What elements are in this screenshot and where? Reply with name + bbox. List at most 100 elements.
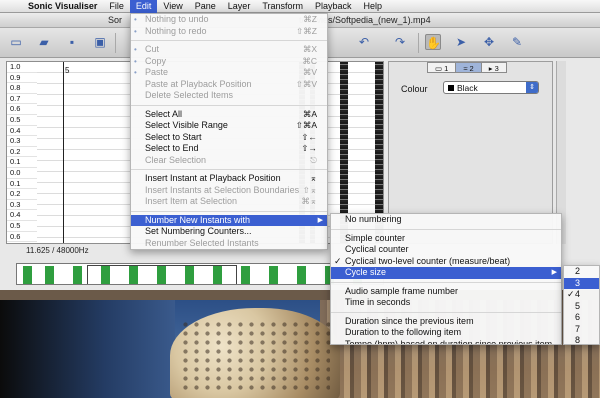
colour-label: Colour (401, 84, 428, 94)
edit-menu-item[interactable]: Clear Selection ⎋ (131, 155, 327, 167)
edit-menu-item-label: Insert Instant at Playback Position (145, 173, 281, 183)
numbering-menu-item[interactable]: No numbering (331, 214, 561, 226)
colour-value: Black (457, 83, 478, 93)
overview-waveform-block (185, 266, 194, 284)
numbering-menu-item[interactable]: ✓ Cyclical two-level counter (measure/bea… (331, 256, 561, 268)
shortcut-label: ⌅ (309, 173, 317, 183)
app-menu[interactable]: Sonic Visualiser (22, 0, 103, 13)
save-icon[interactable]: ▪ (64, 34, 80, 50)
overview-waveform-block (269, 266, 278, 284)
menu-pane[interactable]: Pane (189, 0, 222, 13)
cursor-label: 5 (65, 66, 70, 75)
edit-menu-item[interactable]: Insert Instants at Selection Boundaries ⇧… (131, 185, 327, 197)
scale-tick-label: 0.2 (7, 147, 37, 158)
numbering-menu-item-label: Cycle size (345, 267, 387, 277)
overview-waveform-block (129, 266, 138, 284)
edit-menu-item-label: Select Visible Range (145, 120, 228, 130)
new-document-icon[interactable]: ▭ (8, 34, 24, 50)
edit-menu-item[interactable]: Paste at Playback Position ⇧⌘V (131, 79, 327, 91)
cut-icon: • (134, 45, 137, 54)
numbering-menu-item[interactable]: Time in seconds (331, 297, 561, 309)
overview-strip[interactable] (16, 263, 384, 285)
overview-waveform-block (23, 266, 32, 284)
numbering-menu-item[interactable]: Cycle size ▶ (331, 267, 561, 279)
edit-menu-item-label: Insert Instants at Selection Boundaries (145, 184, 300, 195)
playback-cursor[interactable] (63, 62, 64, 243)
edit-menu-item[interactable]: Select Visible Range ⇧⌘A (131, 120, 327, 132)
numbering-menu-item-label: Time in seconds (345, 297, 411, 307)
edit-menu-item[interactable]: Renumber Selected Instants (131, 238, 327, 250)
edit-menu-item-label: Delete Selected Items (145, 90, 234, 100)
draw-pencil-icon[interactable]: ✎ (509, 34, 525, 50)
property-tabs: ▭ 1 ≈ 2 ▸ 3 (427, 62, 507, 73)
numbering-menu-item[interactable]: Tempo (bpm) based on duration since prev… (331, 338, 561, 345)
numbering-menu-item[interactable]: Duration since the previous item (331, 316, 561, 328)
numbering-menu-item[interactable]: Audio sample frame number (331, 286, 561, 298)
menu-separator (131, 210, 327, 212)
edit-menu-item[interactable]: Set Numbering Counters... (131, 226, 327, 238)
edit-menu-item[interactable]: Select All ⌘A (131, 109, 327, 121)
cycle-size-submenu: 2 3 ✓ 4 5 6 7 8 (563, 265, 600, 345)
edit-menu-item-label: Select All (145, 108, 183, 119)
colour-select[interactable]: Black ⇕ (443, 81, 539, 94)
cycle-size-item[interactable]: 3 (564, 277, 599, 289)
edit-menu-item[interactable]: • Cut ⌘X (131, 44, 327, 56)
menu-view[interactable]: View (157, 0, 188, 13)
zoom-out-icon[interactable]: ↷ (392, 34, 408, 50)
cycle-size-item[interactable]: ✓ 4 (564, 289, 599, 301)
tab-3[interactable]: ▸ 3 (480, 62, 507, 73)
menu-transform[interactable]: Transform (256, 0, 309, 13)
save-as-icon[interactable]: ▣ (92, 34, 108, 50)
edit-menu-item[interactable]: • Copy ⌘C (131, 56, 327, 68)
overview-waveform-block (157, 266, 166, 284)
shortcut-label: ⇧⌘A (295, 120, 317, 130)
menu-separator (331, 281, 561, 283)
scale-tick-label: 1.0 (7, 62, 37, 73)
menu-layer[interactable]: Layer (222, 0, 257, 13)
edit-menu-item-label: Renumber Selected Instants (145, 237, 259, 248)
cycle-size-item[interactable]: 2 (564, 266, 599, 278)
menu-separator (131, 104, 327, 106)
cycle-size-item-label: 3 (575, 277, 581, 288)
numbering-menu-item-label: Audio sample frame number (345, 285, 459, 296)
menu-file[interactable]: File (103, 0, 130, 13)
edit-menu-item[interactable]: Insert Item at Selection ⌘⌅ (131, 196, 327, 208)
edit-menu-item[interactable]: Select to Start ⇧← (131, 132, 327, 144)
menu-edit[interactable]: Edit (129, 0, 158, 13)
edit-menu-item[interactable]: Delete Selected Items (131, 90, 327, 102)
numbering-menu-item[interactable]: Duration to the following item (331, 327, 561, 339)
select-arrow-icon[interactable]: ➤ (453, 34, 469, 50)
edit-menu-item[interactable]: • Nothing to redo ⇧⌘Z (131, 26, 327, 38)
move-icon[interactable]: ✥ (481, 34, 497, 50)
tab-2[interactable]: ≈ 2 (455, 62, 482, 73)
shortcut-label: ⌘V (302, 67, 317, 77)
navigate-hand-icon[interactable]: ✋ (425, 34, 441, 50)
edit-menu-item-label: Number New Instants with (145, 214, 251, 225)
sample-rate-readout: 11.625 / 48000Hz (26, 246, 89, 255)
numbering-submenu: No numbering Simple counter Cyclical count… (330, 213, 562, 345)
menu-playback[interactable]: Playback (309, 0, 358, 13)
cycle-size-item[interactable]: 5 (564, 301, 599, 313)
open-folder-icon[interactable]: ▰ (36, 34, 52, 50)
cycle-size-item[interactable]: 7 (564, 324, 599, 336)
tab-1[interactable]: ▭ 1 (427, 62, 457, 73)
numbering-menu-item-label: Tempo (bpm) based on duration since prev… (345, 338, 553, 345)
edit-menu-item[interactable]: • Nothing to undo ⌘Z (131, 14, 327, 26)
edit-menu-item[interactable]: Insert Instant at Playback Position ⌅ (131, 173, 327, 185)
edit-menu-item[interactable]: Select to End ⇧→ (131, 143, 327, 155)
edit-menu-item-label: Nothing to undo (145, 14, 209, 24)
scale-tick-label: 0.9 (7, 73, 37, 84)
toolbar-separator (115, 33, 116, 53)
zoom-in-icon[interactable]: ↶ (356, 34, 372, 50)
numbering-menu-item[interactable]: Simple counter (331, 233, 561, 245)
cycle-size-item[interactable]: 6 (564, 312, 599, 324)
edit-menu-item[interactable]: • Paste ⌘V (131, 67, 327, 79)
cycle-size-item[interactable]: 8 (564, 335, 599, 344)
numbering-menu-item[interactable]: Cyclical counter (331, 244, 561, 256)
menu-help[interactable]: Help (358, 0, 389, 13)
edit-menu-item[interactable]: Number New Instants with ▶ (131, 214, 327, 226)
menubar: Sonic Visualiser File Edit View Pane Lay… (0, 0, 600, 13)
overview-waveform-block (101, 266, 110, 284)
select-arrows-icon: ⇕ (526, 82, 538, 93)
numbering-menu-item-label: Cyclical two-level counter (measure/beat… (345, 255, 511, 266)
